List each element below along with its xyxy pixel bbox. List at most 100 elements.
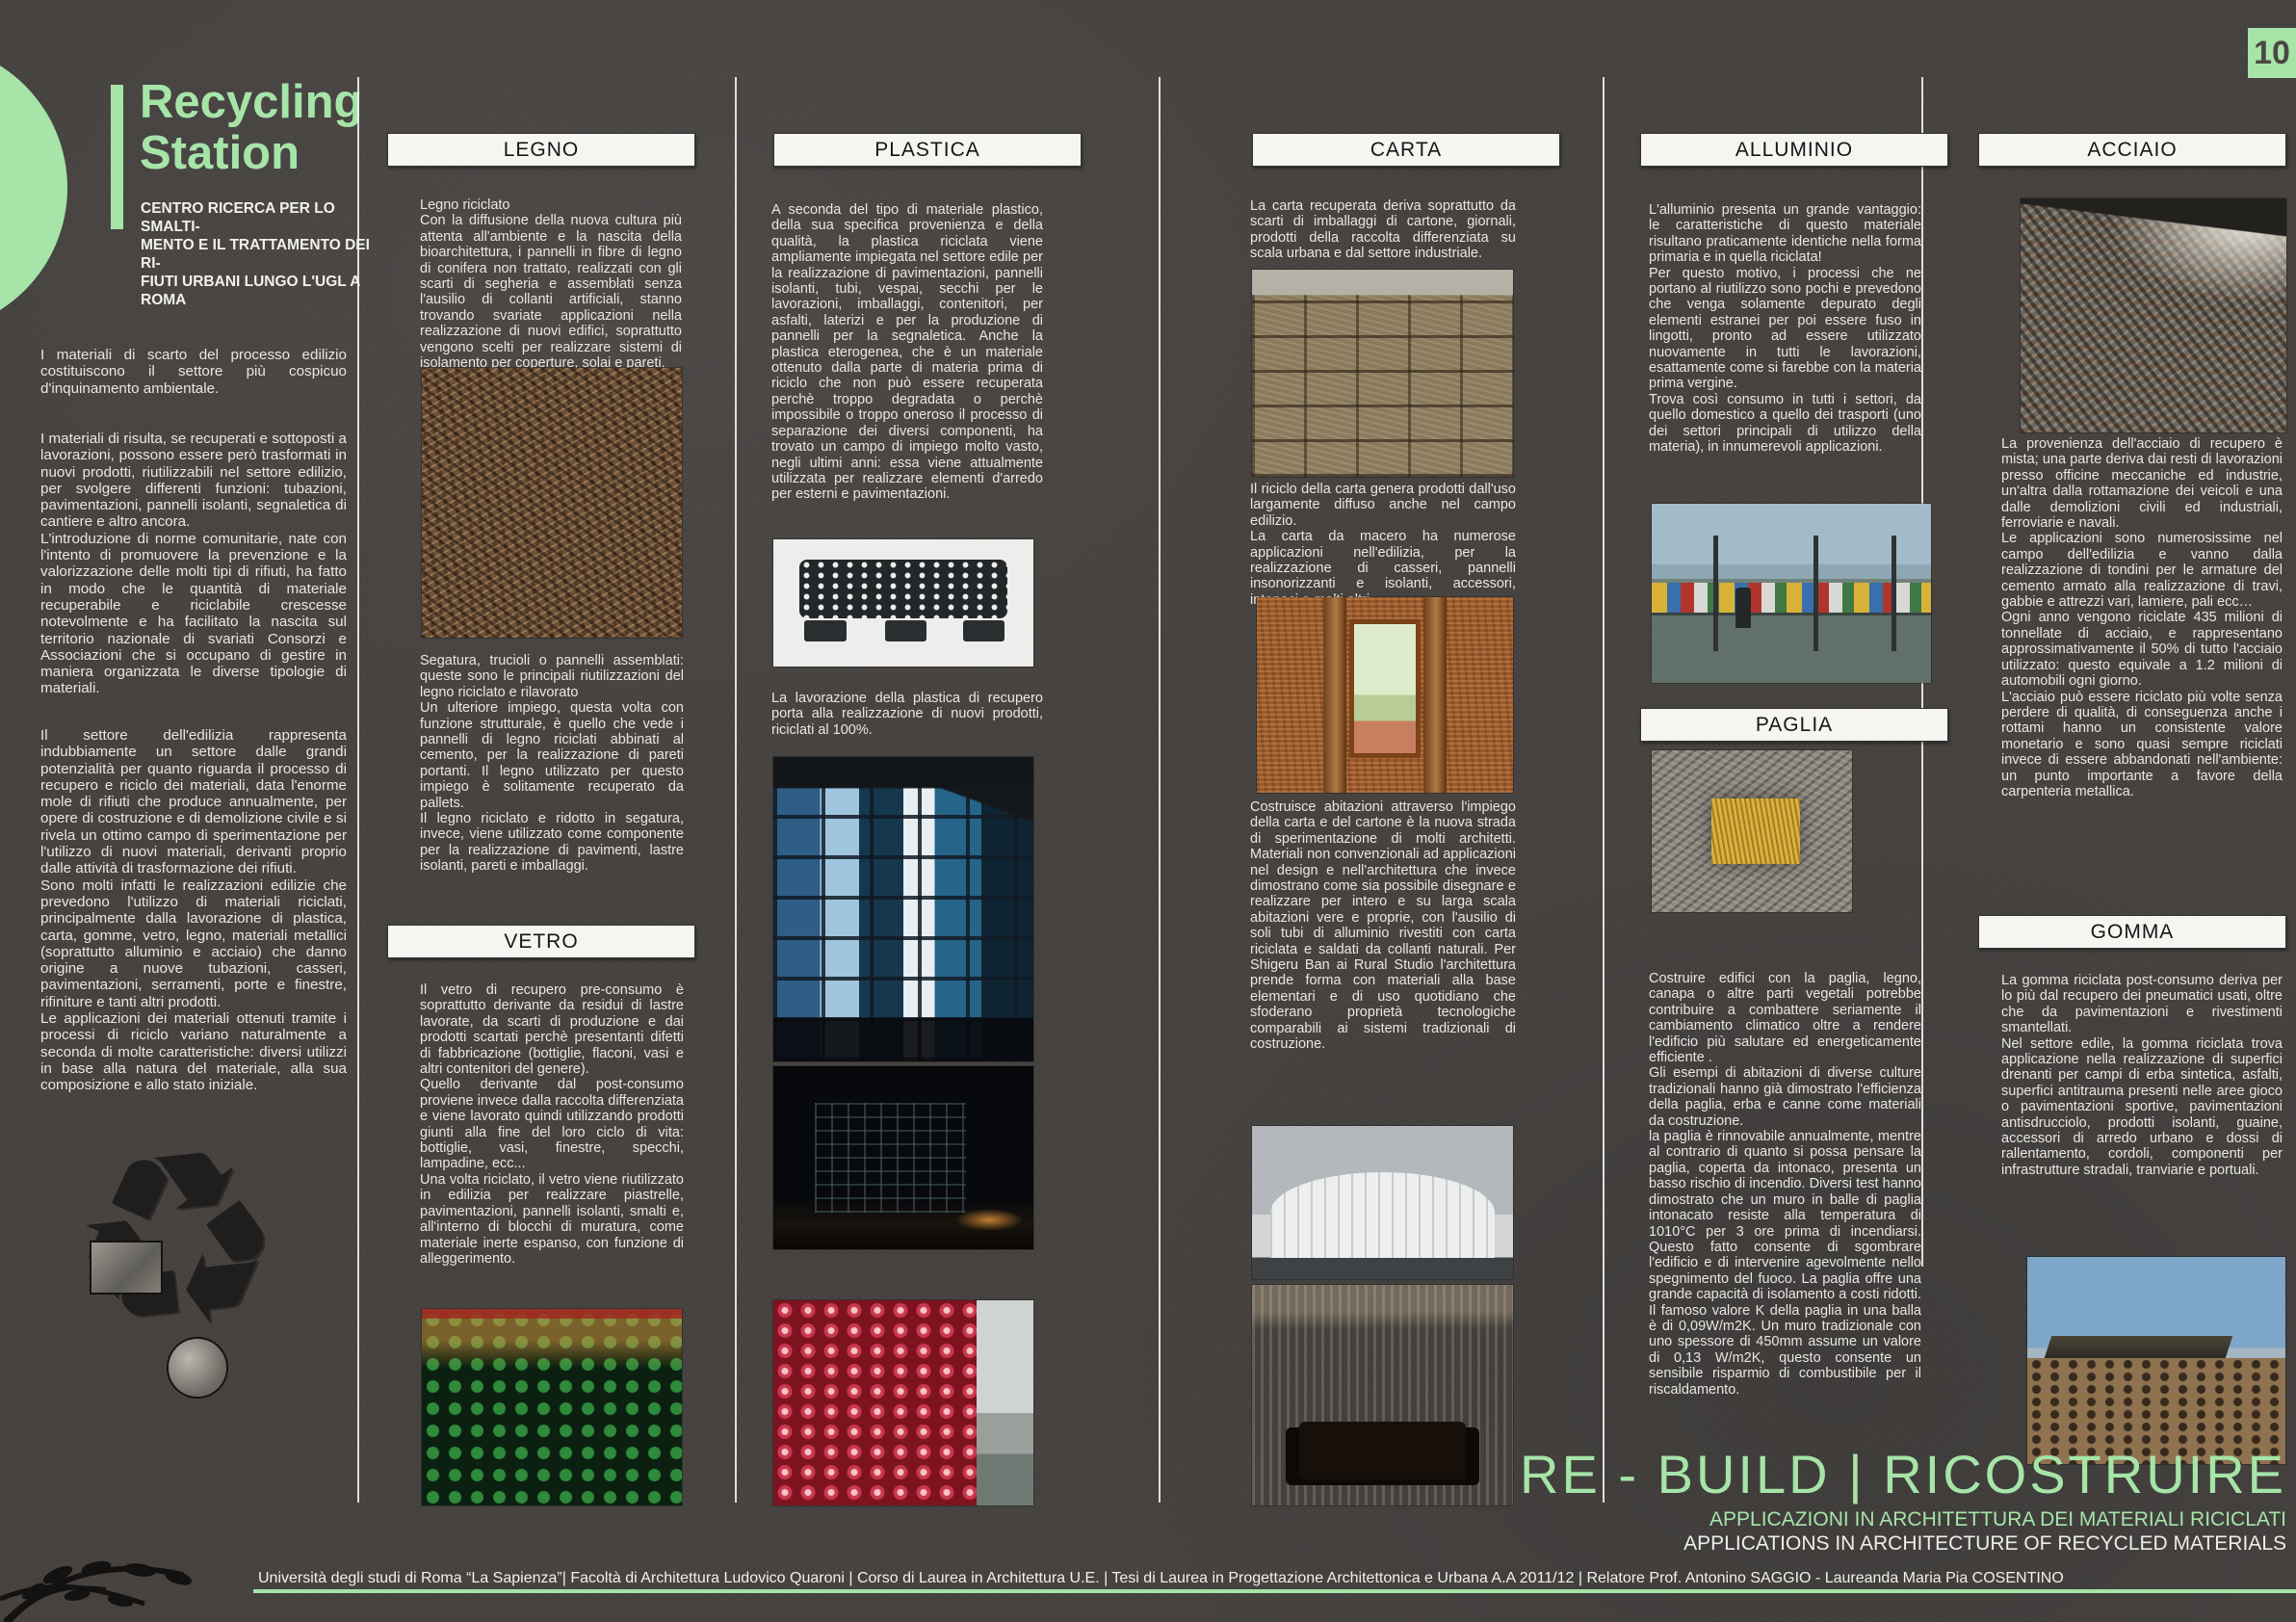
section-header-gomma: GOMMA bbox=[1978, 915, 2286, 949]
section-header-paglia: PAGLIA bbox=[1640, 708, 1948, 742]
paragraph: Le applicazioni sono numerosissime nel c… bbox=[2001, 531, 2283, 610]
paragraph: Trova così consumo in tutti i settori, d… bbox=[1649, 392, 1921, 456]
plastica-red-texture-photo bbox=[773, 1300, 1033, 1505]
poster-subtitle: CENTRO RICERCA PER LO SMALTI- MENTO E IL… bbox=[141, 199, 391, 309]
carta-paper-wall-door-photo bbox=[1257, 597, 1513, 793]
paragraph: Quello derivante dal post-consumo provie… bbox=[420, 1077, 684, 1171]
legno-text-2: Segatura, trucioli o pannelli assemblati… bbox=[420, 653, 684, 875]
wood-post-shape bbox=[1423, 597, 1447, 793]
paragraph: Segatura, trucioli o pannelli assemblati… bbox=[420, 653, 684, 700]
paragraph: L'introduzione di norme comunitarie, nat… bbox=[40, 531, 347, 697]
title-accent-bar bbox=[111, 85, 123, 229]
poster-subtitle-line: MENTO E IL TRATTAMENTO DEI RI- bbox=[141, 236, 391, 273]
footer-credits: Università degli studi di Roma “La Sapie… bbox=[258, 1570, 2064, 1587]
footer-subtitle-english: APPLICATIONS IN ARCHITECTURE OF RECYCLED… bbox=[1131, 1532, 2286, 1556]
straw-patch-shape bbox=[1711, 798, 1800, 863]
carta-text-2: Il riciclo della carta genera prodotti d… bbox=[1250, 482, 1516, 608]
section-header-acciaio: ACCIAIO bbox=[1978, 133, 2286, 167]
paragraph: Legno riciclato bbox=[420, 197, 682, 213]
poster-subtitle-line: CENTRO RICERCA PER LO SMALTI- bbox=[141, 199, 391, 236]
poster: Recycling Station CENTRO RICERCA PER LO … bbox=[0, 0, 2296, 1622]
paragraph: A seconda del tipo di materiale plastico… bbox=[771, 202, 1043, 503]
carta-paper-building-photo bbox=[1252, 1126, 1513, 1279]
paragraph: Il legno riciclato e ridotto in segatura… bbox=[420, 811, 684, 875]
recycle-photo-fragment bbox=[169, 1339, 226, 1397]
intro-block-1: I materiali di scarto del processo edili… bbox=[40, 347, 347, 397]
paragraph: L'acciaio può essere riciclato più volte… bbox=[2001, 690, 2283, 800]
carta-text-1: La carta recuperata deriva soprattutto d… bbox=[1250, 198, 1516, 262]
column-separator bbox=[357, 77, 359, 1503]
paragraph: La carta recuperata deriva soprattutto d… bbox=[1250, 198, 1516, 262]
pallet-leg-shape bbox=[885, 620, 926, 641]
pallet-leg-shape bbox=[963, 620, 1004, 641]
paragraph: Per questo motivo, i processi che ne por… bbox=[1649, 266, 1921, 392]
section-header-alluminio: ALLUMINIO bbox=[1640, 133, 1948, 167]
green-corner-circle bbox=[0, 43, 67, 332]
carta-text-3: Costruisce abitazioni attraverso l'impie… bbox=[1250, 799, 1516, 1053]
column-separator bbox=[1603, 77, 1605, 1503]
paragraph: Le applicazioni dei materiali ottenuti t… bbox=[40, 1010, 347, 1093]
footer-title: RE - BUILD | RICOSTRUIRE bbox=[1131, 1443, 2286, 1505]
vetro-text: Il vetro di recupero pre-consumo è sopra… bbox=[420, 982, 684, 1267]
intro-block-3: Il settore dell'edilizia rappresenta ind… bbox=[40, 727, 347, 1094]
plastica-facade-photo bbox=[773, 757, 1033, 1061]
plastica-text-2: La lavorazione della plastica di recuper… bbox=[771, 691, 1043, 738]
vetro-bottle-wall-photo bbox=[422, 1309, 682, 1505]
legno-woodchips-photo bbox=[422, 368, 682, 638]
paragraph: La carta da macero ha numerose applicazi… bbox=[1250, 529, 1516, 608]
legno-text-1: Legno riciclato Con la diffusione della … bbox=[420, 197, 682, 371]
footer-subtitle-italian: APPLICAZIONI IN ARCHITETTURA DEI MATERIA… bbox=[1131, 1508, 2286, 1531]
pole-shape bbox=[1813, 536, 1818, 650]
recycle-photo-fragment bbox=[91, 1243, 161, 1293]
paragraph: Il vetro di recupero pre-consumo è sopra… bbox=[420, 982, 684, 1077]
glowing-cube-shape bbox=[815, 1103, 966, 1213]
page-number-badge: 10 bbox=[2248, 28, 2296, 78]
paragraph: Ogni anno vengono riciclate 435 milioni … bbox=[2001, 610, 2283, 689]
paragraph: Con la diffusione della nuova cultura pi… bbox=[420, 213, 682, 371]
paragraph: La provenienza dell'acciaio di recupero … bbox=[2001, 436, 2283, 531]
paragraph: Nel settore edile, la gomma riciclata tr… bbox=[2001, 1036, 2283, 1179]
poster-title-line1: Recycling bbox=[140, 77, 467, 128]
acciaio-text: La provenienza dell'acciaio di recupero … bbox=[2001, 436, 2283, 799]
building-roof-shape bbox=[2044, 1336, 2232, 1361]
wood-post-shape bbox=[1323, 597, 1346, 793]
street-scene-strip bbox=[977, 1300, 1033, 1505]
section-header-legno: LEGNO bbox=[387, 133, 695, 167]
paragraph: I materiali di scarto del processo edili… bbox=[40, 347, 347, 397]
plastica-pallet-photo bbox=[773, 539, 1033, 667]
paragraph: la paglia è rinnovabile annualmente, men… bbox=[1649, 1129, 1921, 1398]
alluminio-yard-photo bbox=[1652, 504, 1931, 683]
paragraph: Una volta riciclato, il vetro viene riut… bbox=[420, 1172, 684, 1267]
curved-pavilion-shape bbox=[1270, 1172, 1495, 1258]
pole-shape bbox=[1713, 536, 1718, 650]
carta-paper-bales-photo bbox=[1252, 270, 1513, 477]
pole-shape bbox=[1892, 536, 1896, 650]
paragraph: Costruire edifici con la paglia, legno, … bbox=[1649, 971, 1921, 1065]
paragraph: Sono molti infatti le realizzazioni edil… bbox=[40, 877, 347, 1010]
column-separator bbox=[1159, 77, 1161, 1503]
paragraph: I materiali di risulta, se recuperati e … bbox=[40, 431, 347, 531]
plastica-text-1: A seconda del tipo di materiale plastico… bbox=[771, 202, 1043, 503]
doorway-window-shape bbox=[1354, 624, 1416, 753]
gomma-tire-house-photo bbox=[2027, 1257, 2285, 1464]
alluminio-text: L'alluminio presenta un grande vantaggio… bbox=[1649, 202, 1921, 456]
person-silhouette bbox=[1735, 588, 1751, 628]
barrel-row-shape bbox=[1652, 583, 1931, 614]
pallet-deck-shape bbox=[799, 560, 1007, 618]
section-header-carta: CARTA bbox=[1252, 133, 1560, 167]
plastica-cube-photo bbox=[773, 1066, 1033, 1249]
paragraph: Gli esempi di abitazioni di diverse cult… bbox=[1649, 1065, 1921, 1129]
paragraph: Il riciclo della carta genera prodotti d… bbox=[1250, 482, 1516, 529]
poster-subtitle-line: FIUTI URBANI LUNGO L'UGL A ROMA bbox=[141, 273, 391, 309]
paragraph: La gomma riciclata post-consumo deriva p… bbox=[2001, 973, 2283, 1036]
warm-light-glow bbox=[955, 1209, 1023, 1231]
column-separator bbox=[735, 77, 737, 1503]
paragraph: L'alluminio presenta un grande vantaggio… bbox=[1649, 202, 1921, 266]
paragraph: Costruisce abitazioni attraverso l'impie… bbox=[1250, 799, 1516, 1053]
section-header-plastica: PLASTICA bbox=[773, 133, 1082, 167]
paragraph: Il settore dell'edilizia rappresenta ind… bbox=[40, 727, 347, 877]
paragraph: La lavorazione della plastica di recuper… bbox=[771, 691, 1043, 738]
paragraph: Un ulteriore impiego, questa volta con f… bbox=[420, 700, 684, 811]
intro-block-2: I materiali di risulta, se recuperati e … bbox=[40, 431, 347, 697]
footer-accent-line bbox=[253, 1589, 2296, 1593]
